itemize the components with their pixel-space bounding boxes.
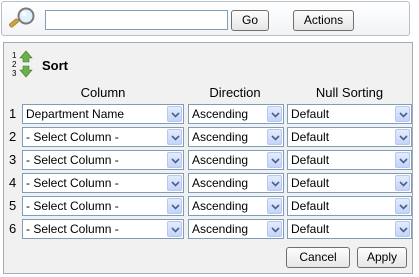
null-sorting-select[interactable]: Default: [287, 104, 412, 124]
row-number: 2: [9, 129, 17, 144]
magnifier-icon[interactable]: [8, 6, 38, 32]
chevron-down-icon[interactable]: [267, 152, 282, 168]
sort-title: Sort: [42, 58, 68, 73]
direction-select[interactable]: Ascending: [188, 173, 284, 193]
chevron-down-icon[interactable]: [267, 221, 282, 237]
column-select[interactable]: Department Name: [22, 104, 184, 124]
direction-select[interactable]: Ascending: [188, 150, 284, 170]
row-number: 4: [9, 175, 17, 190]
direction-select-value: Ascending: [192, 107, 249, 121]
svg-text:1: 1: [12, 51, 17, 60]
null-sorting-select[interactable]: Default: [287, 127, 412, 147]
direction-select-value: Ascending: [192, 153, 249, 167]
direction-select-value: Ascending: [192, 199, 249, 213]
sort-row: 5 - Select Column - Ascending Default: [4, 196, 414, 217]
apply-button[interactable]: Apply: [357, 247, 407, 268]
chevron-down-icon[interactable]: [395, 221, 410, 237]
column-select-value: - Select Column -: [26, 130, 119, 144]
row-number: 5: [9, 198, 17, 213]
null-sorting-select-value: Default: [291, 222, 330, 236]
svg-text:2: 2: [12, 60, 17, 69]
chevron-down-icon[interactable]: [395, 106, 410, 122]
direction-select[interactable]: Ascending: [188, 104, 284, 124]
null-sorting-header: Null Sorting: [315, 85, 384, 100]
direction-select[interactable]: Ascending: [188, 127, 284, 147]
column-select[interactable]: - Select Column -: [22, 196, 184, 216]
sort-row: 4 - Select Column - Ascending Default: [4, 173, 414, 194]
row-number: 3: [9, 152, 17, 167]
chevron-down-icon[interactable]: [395, 198, 410, 214]
chevron-down-icon[interactable]: [167, 129, 182, 145]
chevron-down-icon[interactable]: [167, 175, 182, 191]
go-button[interactable]: Go: [231, 10, 269, 31]
chevron-down-icon[interactable]: [267, 106, 282, 122]
direction-select-value: Ascending: [192, 130, 249, 144]
chevron-down-icon[interactable]: [167, 106, 182, 122]
svg-text:3: 3: [12, 69, 17, 78]
null-sorting-select[interactable]: Default: [287, 150, 412, 170]
chevron-down-icon[interactable]: [267, 198, 282, 214]
direction-header: Direction: [209, 85, 261, 100]
null-sorting-select-value: Default: [291, 130, 330, 144]
chevron-down-icon[interactable]: [267, 175, 282, 191]
column-select-value: - Select Column -: [26, 153, 119, 167]
chevron-down-icon[interactable]: [167, 221, 182, 237]
null-sorting-select[interactable]: Default: [287, 196, 412, 216]
null-sorting-select-value: Default: [291, 107, 330, 121]
sort-numbers-icon: 1 2 3: [11, 50, 41, 80]
cancel-button[interactable]: Cancel: [286, 247, 350, 268]
column-select-value: - Select Column -: [26, 199, 119, 213]
chevron-down-icon[interactable]: [395, 175, 410, 191]
actions-button[interactable]: Actions: [293, 10, 354, 31]
direction-select-value: Ascending: [192, 222, 249, 236]
sort-panel: 1 2 3 Sort Column Direction Null Sorting…: [3, 42, 413, 274]
sort-row: 3 - Select Column - Ascending Default: [4, 150, 414, 171]
row-number: 1: [9, 106, 17, 121]
column-select-value: - Select Column -: [26, 222, 119, 236]
null-sorting-select[interactable]: Default: [287, 173, 412, 193]
null-sorting-select-value: Default: [291, 176, 330, 190]
chevron-down-icon[interactable]: [167, 198, 182, 214]
row-number: 6: [9, 221, 17, 236]
column-select-value: - Select Column -: [26, 176, 119, 190]
column-header: Column: [80, 85, 126, 100]
sort-row: 1 Department Name Ascending Default: [4, 104, 414, 125]
chevron-down-icon[interactable]: [267, 129, 282, 145]
search-input[interactable]: [45, 10, 228, 30]
column-select[interactable]: - Select Column -: [22, 219, 184, 239]
chevron-down-icon[interactable]: [167, 152, 182, 168]
column-select[interactable]: - Select Column -: [22, 150, 184, 170]
sort-row: 6 - Select Column - Ascending Default: [4, 219, 414, 240]
direction-select[interactable]: Ascending: [188, 196, 284, 216]
column-select[interactable]: - Select Column -: [22, 173, 184, 193]
null-sorting-select[interactable]: Default: [287, 219, 412, 239]
null-sorting-select-value: Default: [291, 199, 330, 213]
direction-select-value: Ascending: [192, 176, 249, 190]
column-select[interactable]: - Select Column -: [22, 127, 184, 147]
column-select-value: Department Name: [26, 107, 125, 121]
chevron-down-icon[interactable]: [395, 129, 410, 145]
search-bar: Go Actions: [1, 1, 410, 36]
direction-select[interactable]: Ascending: [188, 219, 284, 239]
null-sorting-select-value: Default: [291, 153, 330, 167]
chevron-down-icon[interactable]: [395, 152, 410, 168]
sort-row: 2 - Select Column - Ascending Default: [4, 127, 414, 148]
